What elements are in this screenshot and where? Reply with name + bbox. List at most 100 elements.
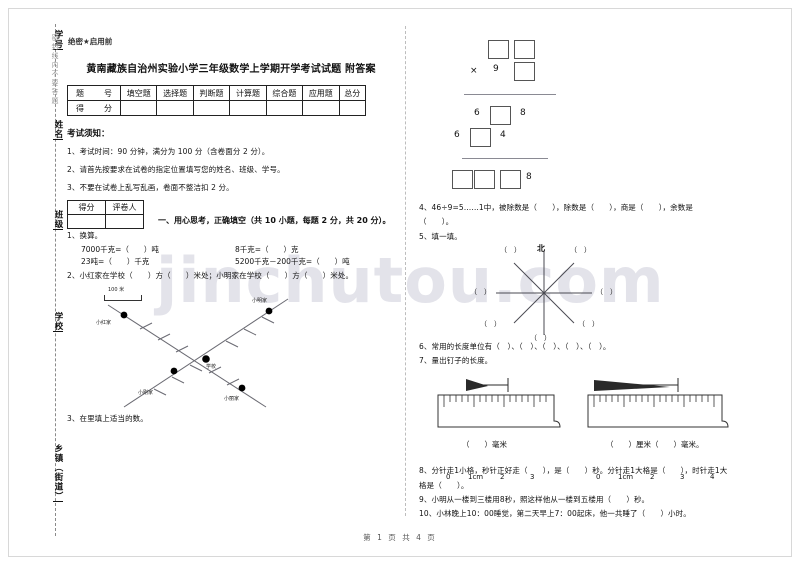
compass-blank-nw[interactable]: （ ） — [500, 245, 521, 255]
vmul-partial1-left: 6 — [474, 108, 480, 118]
question-1-stem: 1、换算。 — [67, 231, 103, 240]
vmul-box-top-2[interactable] — [514, 40, 535, 59]
q1-item-d: 5200千克－200千克=（ ）吨 — [235, 257, 350, 267]
compass-blank-s[interactable]: （ ） — [530, 333, 551, 343]
vmul-multiplier-digit: 9 — [493, 64, 499, 74]
score-col-header: 填空题 — [119, 85, 158, 101]
ruler-left-svg — [437, 378, 561, 428]
ruler-right-tick-3: 3 — [680, 473, 685, 482]
vmul-box-top-1[interactable] — [488, 40, 509, 59]
table-row — [67, 214, 144, 229]
ruler-right: 0 1cm 2 3 4 （ ）厘米（ ）毫米。 — [586, 377, 736, 481]
grader-marker-label: 评卷人 — [105, 200, 144, 215]
ruler-right-tick-1: 1cm — [618, 473, 634, 482]
vmul-partial1-box[interactable] — [490, 106, 511, 125]
map-label-xiaogang: 小刚家 — [138, 389, 154, 396]
notice-item: 3、不要在试卷上乱写乱画，卷面不整洁扣 2 分。 — [67, 183, 234, 192]
score-cell[interactable] — [119, 100, 158, 116]
ruler-right-answer-blank[interactable]: （ ）厘米（ ）毫米。 — [606, 439, 704, 450]
score-col-header: 综合题 — [265, 85, 304, 101]
map-label-xiaoli: 小丽家 — [224, 395, 240, 402]
ruler-right-svg — [587, 378, 729, 428]
score-cell[interactable] — [156, 100, 194, 116]
score-table: 题 号 填空题 选择题 判断题 计算题 综合题 应用题 总分 得 分 — [67, 85, 367, 116]
score-cell[interactable] — [302, 100, 340, 116]
score-col-header: 应用题 — [302, 85, 340, 101]
question-4-stem: 4、46÷9=5……1中，被除数是（ ），除数是（ ），商是（ ），余数是 — [419, 203, 693, 212]
score-cell[interactable] — [229, 100, 267, 116]
q1-item-c: 8千克=（ ）克 — [235, 245, 299, 255]
compass-blank-sw[interactable]: （ ） — [480, 319, 501, 329]
q1-item-a: 7000千克=（ ）吨 — [81, 245, 159, 255]
grader-marker-value[interactable] — [105, 214, 144, 229]
question-5-stem: 5、填一填。 — [419, 231, 462, 241]
ruler-left-tick-3: 3 — [530, 473, 535, 482]
compass-blank-ne[interactable]: （ ） — [570, 245, 591, 255]
column-divider — [405, 26, 406, 516]
score-col-header: 选择题 — [156, 85, 194, 101]
score-table-row-label: 得 分 — [67, 100, 121, 116]
page-title: 黄南藏族自治州实验小学三年级数学上学期开学考试试题 附答案 — [86, 64, 376, 75]
ruler-right-tick-2: 2 — [650, 473, 655, 482]
table-row: 得 分 — [67, 100, 367, 116]
compass-blank-se[interactable]: （ ） — [578, 319, 599, 329]
compass-blank-e[interactable]: （ ） — [596, 287, 617, 297]
vmul-result-box-2[interactable] — [474, 170, 495, 189]
table-row: 题 号 填空题 选择题 判断题 计算题 综合题 应用题 总分 — [67, 85, 367, 101]
grader-score-label: 得分 — [67, 200, 106, 215]
q1-item-b: 23吨=（ ）千克 — [81, 257, 150, 267]
notice-heading: 考试须知： — [67, 129, 110, 139]
ruler-left-tick-1: 1cm — [468, 473, 484, 482]
ruler-left-tick-2: 2 — [500, 473, 505, 482]
grader-box: 得分 评卷人 — [67, 200, 144, 229]
question-1-conversions: 7000千克=（ ）吨 23吨=（ ）千克 8千克=（ ）克 5200千克－20… — [67, 244, 396, 270]
compass-rose-figure: 北 （ ） （ ） （ ） （ ） （ ） （ ） （ ） — [418, 244, 748, 343]
vmul-result-last-digit: 8 — [526, 172, 532, 182]
ruler-right-tick-4: 4 — [710, 473, 715, 482]
ruler-left-answer-blank[interactable]: （ ）毫米 — [462, 439, 507, 450]
notice-item: 2、请首先按要求在试卷的指定位置填写您的姓名、班级、学号。 — [67, 165, 285, 174]
compass-blank-w[interactable]: （ ） — [470, 287, 491, 297]
vmul-result-box-3[interactable] — [500, 170, 521, 189]
secret-mark: 绝密★启用前 — [68, 37, 113, 46]
map-diagram-svg — [107, 298, 289, 407]
vmul-operator: × — [470, 66, 478, 76]
vmul-rule-2 — [462, 158, 548, 159]
ruler-right-tick-0: 0 — [596, 473, 601, 482]
ruler-figures: 0 1cm 2 3 （ ）毫米 0 1cm 2 3 4 （ ）厘米（ ）毫米。 — [418, 369, 748, 481]
vmul-partial2-box[interactable] — [470, 128, 491, 147]
vmul-rule-1 — [464, 94, 556, 95]
question-7-stem: 7、量出钉子的长度。 — [419, 356, 493, 365]
grader-score-value[interactable] — [67, 214, 106, 229]
question-3-stem: 3、在里填上适当的数。 — [67, 413, 148, 423]
map-label-xiaoming: 小明家 — [252, 297, 268, 304]
vmul-result-box-1[interactable] — [452, 170, 473, 189]
score-col-header: 总分 — [338, 85, 367, 101]
notice-item: 1、考试时间：90 分钟，满分为 100 分（含卷面分 2 分）。 — [67, 147, 270, 156]
question-6-stem: 6、常用的长度单位有（ ）、（ ）、（ ）、（ ）、（ ）。 — [419, 341, 611, 351]
score-table-row-label: 题 号 — [67, 85, 121, 101]
vertical-multiplication-figure: × 9 6 8 6 4 8 — [418, 34, 748, 202]
vmul-box-top-3[interactable] — [514, 62, 535, 81]
exam-page: jinchutou.com 学号 姓名 班级 学校 乡镇（街道） 密封线内不要答… — [0, 0, 800, 565]
ruler-left: 0 1cm 2 3 （ ）毫米 — [436, 377, 566, 481]
table-row: 得分 评卷人 — [67, 200, 144, 215]
vmul-partial2-right: 4 — [500, 130, 506, 140]
question-2-stem: 2、小红家在学校（ ）方（ ）米处；小明家在学校（ ）方（ ）米处。 — [67, 271, 354, 281]
right-column: × 9 6 8 6 4 8 4、46÷9=5……1中，被除数是（ ），除数是（ … — [418, 24, 748, 522]
map-figure: 100 米 小红家 小明家 学校 小刚家 小丽家 — [66, 285, 396, 413]
vmul-partial1-right: 8 — [520, 108, 526, 118]
page-footer: 第 1 页 共 4 页 — [363, 533, 437, 542]
vmul-partial2-left: 6 — [454, 130, 460, 140]
question-4-cont: （ ）。 — [419, 217, 454, 227]
score-col-header: 判断题 — [192, 85, 231, 101]
score-cell[interactable] — [338, 100, 367, 116]
score-cell[interactable] — [192, 100, 231, 116]
left-column: 绝密★启用前 黄南藏族自治州实验小学三年级数学上学期开学考试试题 附答案 题 号… — [66, 24, 396, 427]
score-cell[interactable] — [265, 100, 304, 116]
map-label-xiaohong: 小红家 — [96, 319, 112, 326]
map-label-xuexiao: 学校 — [206, 363, 217, 370]
ruler-left-tick-0: 0 — [446, 473, 451, 482]
seal-faint-note: 密封线内不要答题 — [51, 34, 59, 106]
section-one-header: 得分 评卷人 一、用心思考，正确填空（共 10 小题，每题 2 分，共 20 分… — [66, 200, 396, 230]
